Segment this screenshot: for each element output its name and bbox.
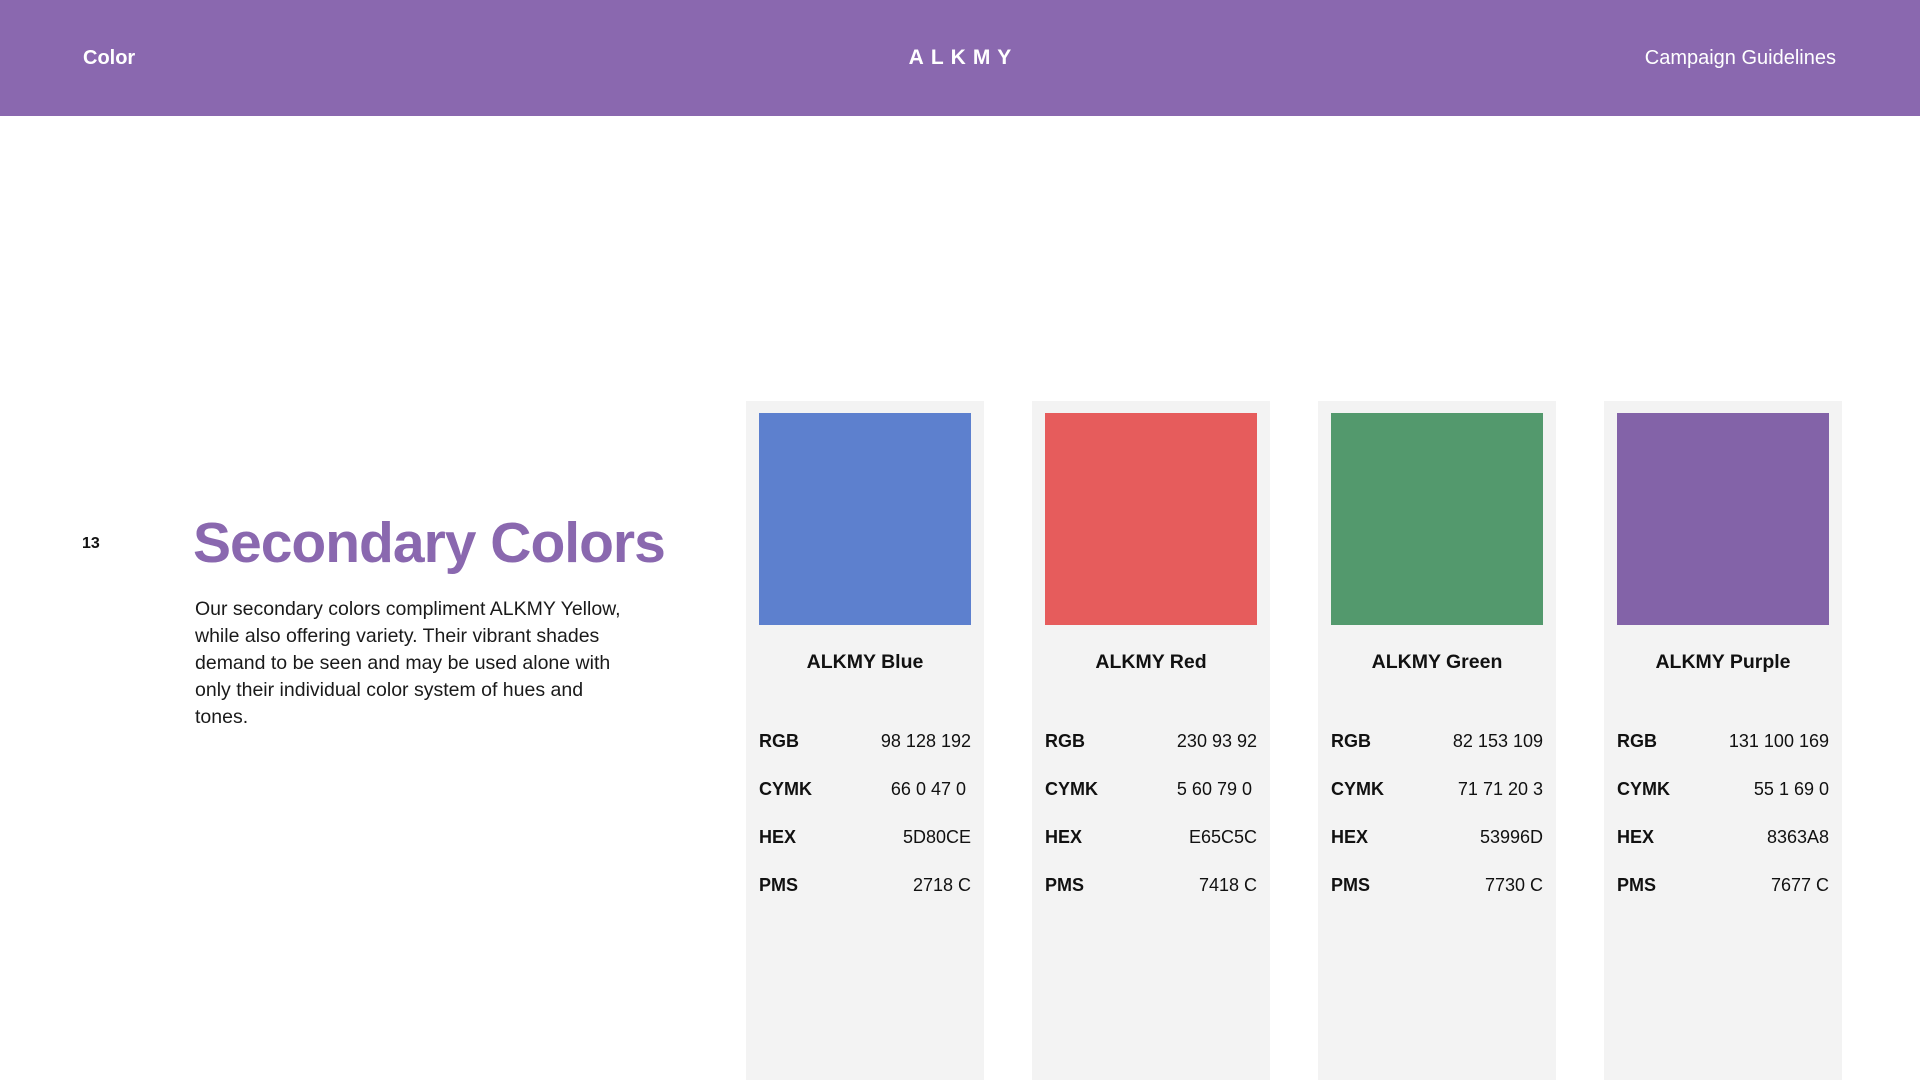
color-card-purple: ALKMY Purple RGB 131 100 169 CYMK 55 1 6… xyxy=(1604,401,1842,1080)
color-card-blue: ALKMY Blue RGB 98 128 192 CYMK 66 0 47 0… xyxy=(746,401,984,1080)
spec-value: 7730 C xyxy=(1484,875,1543,895)
spec-row-hex: HEX E65C5C xyxy=(1045,824,1257,850)
spec-row-rgb: RGB 98 128 192 xyxy=(759,728,971,754)
spec-value: 8363A8 xyxy=(1766,827,1829,847)
spec-label: RGB xyxy=(1617,731,1657,751)
spec-row-hex: HEX 53996D xyxy=(1331,824,1543,850)
spec-row-cmyk: CYMK 66 0 47 0 xyxy=(759,776,971,802)
spec-value: 5D80CE xyxy=(902,827,971,847)
spec-row-cmyk: CYMK 71 71 20 3 xyxy=(1331,776,1543,802)
document-title: Campaign Guidelines xyxy=(1644,47,1836,69)
spec-label: PMS xyxy=(759,875,799,895)
spec-label: RGB xyxy=(1331,731,1371,751)
spec-row-hex: HEX 5D80CE xyxy=(759,824,971,850)
spec-row-cmyk: CYMK 55 1 69 0 xyxy=(1617,776,1829,802)
section-label: Color xyxy=(83,47,136,69)
spec-value: 5 60 79 0 xyxy=(1176,779,1252,799)
header-bar: Color ALKMY Campaign Guidelines xyxy=(0,0,1920,116)
spec-value: 53996D xyxy=(1479,827,1543,847)
color-name: ALKMY Blue xyxy=(806,651,924,673)
spec-label: HEX xyxy=(1617,827,1655,847)
color-swatch xyxy=(1045,413,1257,625)
spec-row-cmyk: CYMK 5 60 79 0 xyxy=(1045,776,1257,802)
spec-value: 82 153 109 xyxy=(1452,731,1543,751)
page-number: 13 xyxy=(82,535,100,552)
spec-label: RGB xyxy=(1045,731,1085,751)
page-title: Secondary Colors xyxy=(193,511,666,575)
spec-label: CYMK xyxy=(759,779,812,799)
spec-value: 230 93 92 xyxy=(1176,731,1257,751)
color-name: ALKMY Red xyxy=(1095,651,1207,673)
brand-logo: ALKMY xyxy=(908,46,1019,69)
spec-label: CYMK xyxy=(1331,779,1384,799)
color-card-green: ALKMY Green RGB 82 153 109 CYMK 71 71 20… xyxy=(1318,401,1556,1080)
spec-value: 2718 C xyxy=(912,875,971,895)
color-swatch xyxy=(1331,413,1543,625)
spec-label: HEX xyxy=(1331,827,1369,847)
spec-row-pms: PMS 2718 C xyxy=(759,872,971,898)
color-card-red: ALKMY Red RGB 230 93 92 CYMK 5 60 79 0 H… xyxy=(1032,401,1270,1080)
spec-label: PMS xyxy=(1331,875,1371,895)
spec-value: 66 0 47 0 xyxy=(890,779,966,799)
spec-label: CYMK xyxy=(1617,779,1670,799)
spec-label: RGB xyxy=(759,731,799,751)
color-name: ALKMY Purple xyxy=(1655,651,1791,673)
color-swatch xyxy=(759,413,971,625)
spec-row-rgb: RGB 131 100 169 xyxy=(1617,728,1829,754)
spec-label: PMS xyxy=(1617,875,1657,895)
color-name: ALKMY Green xyxy=(1371,651,1503,673)
page-description: Our secondary colors compliment ALKMY Ye… xyxy=(195,598,621,728)
spec-value: 131 100 169 xyxy=(1728,731,1829,751)
spec-label: PMS xyxy=(1045,875,1085,895)
spec-value: 71 71 20 3 xyxy=(1457,779,1543,799)
spec-row-rgb: RGB 82 153 109 xyxy=(1331,728,1543,754)
spec-label: HEX xyxy=(759,827,797,847)
spec-value: 55 1 69 0 xyxy=(1753,779,1829,799)
spec-value: 7418 C xyxy=(1198,875,1257,895)
spec-value: 98 128 192 xyxy=(880,731,971,751)
color-swatch xyxy=(1617,413,1829,625)
spec-row-pms: PMS 7418 C xyxy=(1045,872,1257,898)
spec-label: HEX xyxy=(1045,827,1083,847)
spec-value: E65C5C xyxy=(1188,827,1257,847)
spec-row-hex: HEX 8363A8 xyxy=(1617,824,1829,850)
spec-row-pms: PMS 7677 C xyxy=(1617,872,1829,898)
spec-row-pms: PMS 7730 C xyxy=(1331,872,1543,898)
spec-label: CYMK xyxy=(1045,779,1098,799)
spec-value: 7677 C xyxy=(1770,875,1829,895)
spec-row-rgb: RGB 230 93 92 xyxy=(1045,728,1257,754)
